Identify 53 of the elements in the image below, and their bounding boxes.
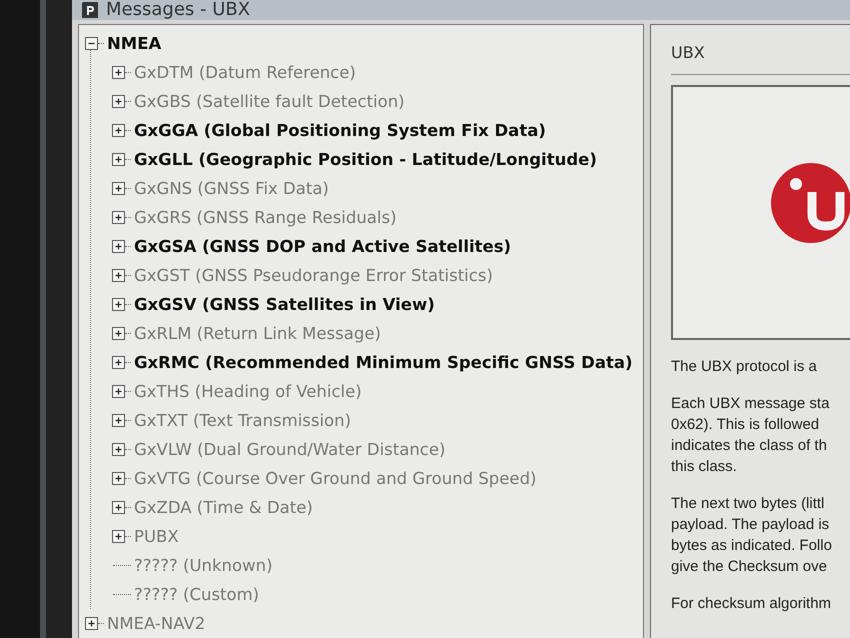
expand-icon[interactable] — [112, 153, 125, 166]
tree-item[interactable]: GxGSA (GNSS DOP and Active Satellites) — [134, 237, 512, 256]
collapse-icon[interactable] — [85, 37, 98, 50]
description-text-line: payload. The payload is — [671, 515, 830, 535]
description-text-line: Each UBX message sta — [671, 394, 830, 414]
app-icon — [82, 2, 98, 18]
description-text-line: For checksum algorithm — [671, 594, 832, 614]
tree-item[interactable]: NMEA — [107, 34, 162, 53]
tree-item[interactable]: ????? (Custom) — [134, 585, 260, 604]
expand-icon[interactable] — [112, 530, 125, 543]
description-text-line: bytes as indicated. Follo — [671, 536, 833, 556]
tree-item[interactable]: GxVTG (Course Over Ground and Ground Speed) — [134, 469, 536, 488]
tree-item[interactable]: GxVLW (Dual Ground/Water Distance) — [134, 440, 446, 459]
expand-icon[interactable] — [112, 443, 125, 456]
expand-icon[interactable] — [112, 356, 125, 369]
tree-item[interactable]: GxGNS (GNSS Fix Data) — [134, 179, 329, 198]
tree-item[interactable]: GxDTM (Datum Reference) — [134, 63, 356, 82]
tree-item[interactable]: GxGSV (GNSS Satellites in View) — [134, 295, 435, 314]
description-text-line: indicates the class of th — [671, 436, 828, 456]
expand-icon[interactable] — [85, 617, 98, 630]
expand-icon[interactable] — [112, 240, 125, 253]
tree-item[interactable]: GxZDA (Time & Date) — [134, 498, 313, 517]
expand-icon[interactable] — [112, 182, 125, 195]
tree-item[interactable]: GxTHS (Heading of Vehicle) — [134, 382, 362, 401]
description-text-line: give the Checksum ove — [671, 557, 828, 577]
tree-item[interactable]: GxGBS (Satellite fault Detection) — [134, 92, 405, 111]
description-text-line: this class. — [671, 457, 738, 477]
expand-icon[interactable] — [112, 211, 125, 224]
description-text-line: The UBX protocol is a — [671, 357, 818, 377]
tree-item[interactable]: GxRLM (Return Link Message) — [134, 324, 381, 343]
expand-icon[interactable] — [112, 95, 125, 108]
expand-icon[interactable] — [112, 327, 125, 340]
expand-icon[interactable] — [112, 298, 125, 311]
expand-icon[interactable] — [112, 472, 125, 485]
window-title: Messages - UBX — [106, 0, 250, 20]
expand-icon[interactable] — [112, 385, 125, 398]
tree-item[interactable]: GxTXT (Text Transmission) — [134, 411, 352, 430]
tree-item[interactable]: ????? (Unknown) — [134, 556, 273, 575]
tree-item[interactable]: NMEA-NAV2 — [107, 614, 206, 633]
tree-item[interactable]: GxGRS (GNSS Range Residuals) — [134, 208, 397, 227]
description-text-line: The next two bytes (littl — [671, 494, 826, 514]
expand-icon[interactable] — [112, 66, 125, 79]
expand-icon[interactable] — [112, 269, 125, 282]
tree-item[interactable]: PUBX — [134, 527, 179, 546]
tree-item[interactable]: GxGGA (Global Positioning System Fix Data) — [134, 121, 546, 140]
expand-icon[interactable] — [112, 501, 125, 514]
expand-icon[interactable] — [112, 124, 125, 137]
description-text-line: 0x62). This is followed — [671, 415, 820, 435]
detail-heading: UBX — [671, 43, 706, 62]
expand-icon[interactable] — [112, 414, 125, 427]
tree-item[interactable]: GxRMC (Recommended Minimum Specific GNSS Data) — [134, 353, 633, 372]
tree-item[interactable]: GxGST (GNSS Pseudorange Error Statistics) — [134, 266, 493, 285]
tree-item[interactable]: GxGLL (Geographic Position - Latitude/Longitude) — [134, 150, 597, 169]
